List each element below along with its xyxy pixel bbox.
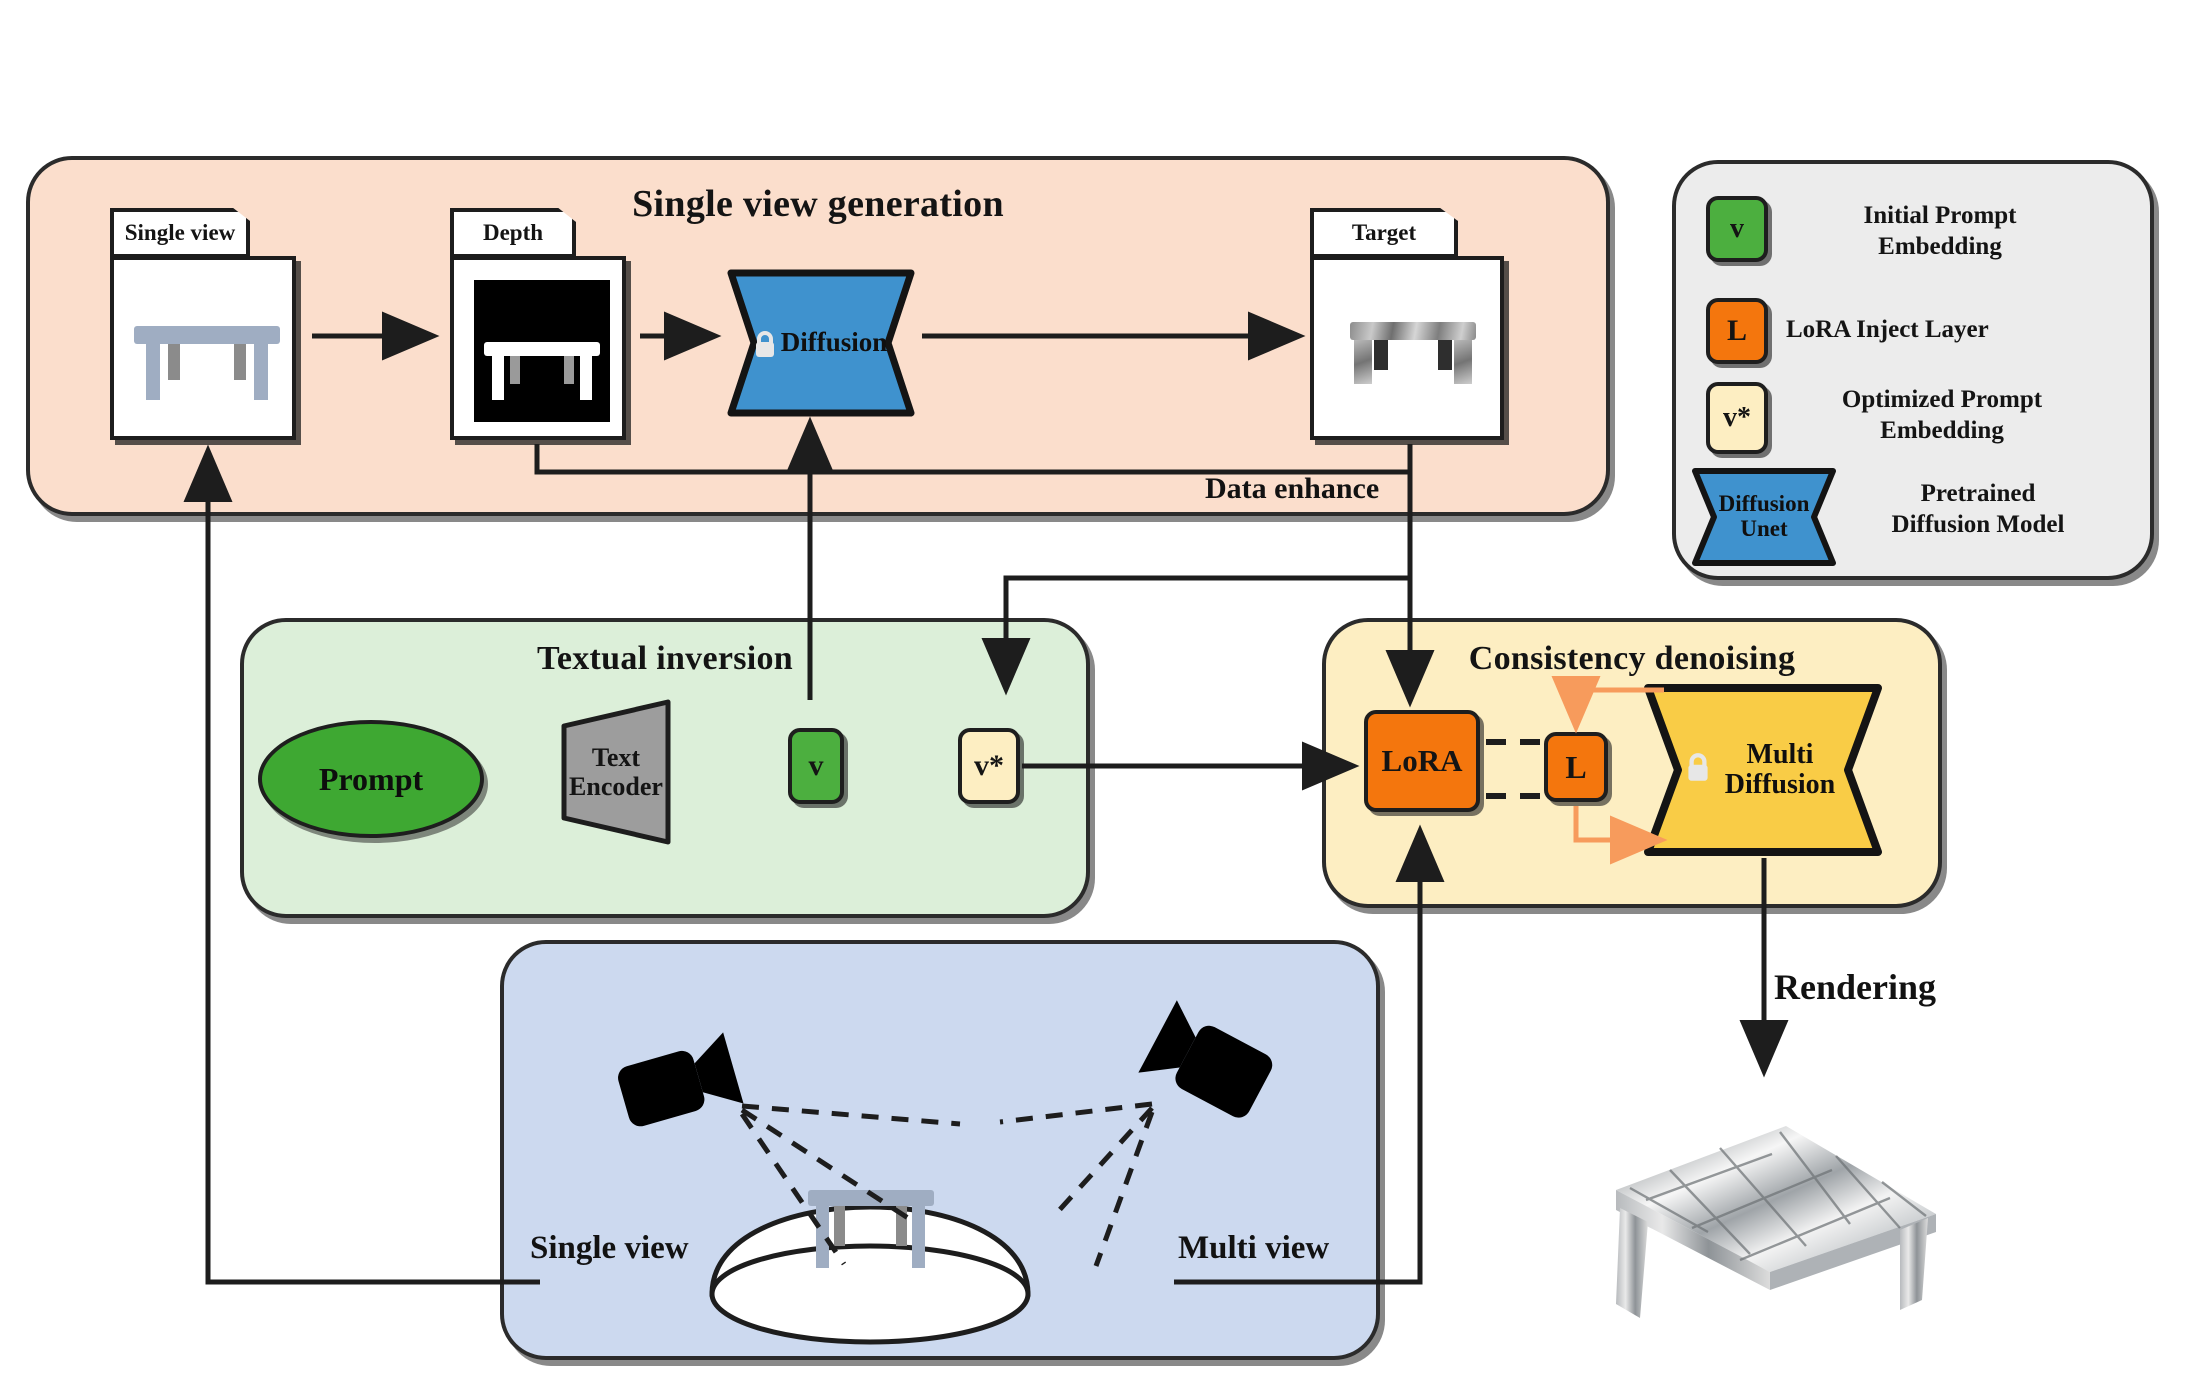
lora-inject-layer-node[interactable]: L bbox=[1544, 732, 1608, 802]
panel-title-consistency-denoising: Consistency denoising bbox=[1468, 640, 1796, 677]
diffusion-unet-shape[interactable]: Diffusion bbox=[726, 268, 916, 418]
single-view-card-tab: Single view bbox=[110, 208, 250, 258]
multi-view-right-label: Multi view bbox=[1178, 1230, 1330, 1266]
single-view-card-body bbox=[110, 256, 296, 440]
depth-card-body bbox=[450, 256, 626, 440]
multi-view-left-label: Single view bbox=[530, 1230, 689, 1266]
depth-map bbox=[474, 280, 610, 422]
legend-label-pretrained-model: Pretrained Diffusion Model bbox=[1891, 480, 2065, 539]
legend-glyph-L: L bbox=[1726, 314, 1747, 347]
data-enhance-label: Data enhance bbox=[1205, 472, 1380, 505]
lora-label: LoRA bbox=[1381, 743, 1463, 778]
multi-diffusion-unet-shape[interactable]: Multi Diffusion bbox=[1642, 682, 1884, 858]
optimized-prompt-embedding-node[interactable]: v* bbox=[958, 728, 1020, 804]
initial-prompt-embedding-node[interactable]: v bbox=[788, 728, 844, 804]
lora-node[interactable]: LoRA bbox=[1364, 710, 1480, 812]
legend-glyph-v: v bbox=[1730, 213, 1744, 244]
table-pictogram-grey bbox=[134, 326, 280, 404]
table-pictogram-marble bbox=[1350, 322, 1476, 384]
legend-label-optimized-embedding: Optimized Prompt Embedding bbox=[1841, 386, 2043, 445]
target-card-tab: Target bbox=[1310, 208, 1458, 258]
multi-diffusion-label: Multi Diffusion bbox=[1724, 738, 1836, 800]
prompt-node[interactable]: Prompt bbox=[258, 720, 484, 838]
legend-swatch-optimized-embedding: v* bbox=[1706, 382, 1768, 454]
text-encoder-label: Text Encoder bbox=[569, 742, 663, 801]
inject-label: L bbox=[1565, 748, 1587, 785]
panel-title-textual-inversion: Textual inversion bbox=[536, 640, 794, 677]
legend-glyph-diffusion-unet: Diffusion Unet bbox=[1718, 491, 1810, 541]
depth-card-tab: Depth bbox=[450, 208, 576, 258]
legend-swatch-initial-embedding: v bbox=[1706, 196, 1768, 262]
target-card-body bbox=[1310, 256, 1504, 440]
legend-label-lora-inject: LoRA Inject Layer bbox=[1786, 316, 1989, 343]
legend-label-initial-embedding: Initial Prompt Embedding bbox=[1863, 202, 2017, 261]
table-pictogram-dome bbox=[808, 1190, 934, 1268]
diffusion-label: Diffusion bbox=[780, 327, 888, 358]
legend-swatch-diffusion-unet: Diffusion Unet bbox=[1690, 466, 1838, 568]
prompt-label: Prompt bbox=[318, 760, 424, 797]
optimized-embedding-label: v* bbox=[974, 749, 1004, 782]
initial-embedding-label: v bbox=[808, 749, 824, 782]
text-encoder-node[interactable]: Text Encoder bbox=[558, 696, 674, 848]
capture-dome bbox=[690, 1098, 1050, 1348]
legend-glyph-vstar: v* bbox=[1723, 402, 1751, 433]
rendering-label: Rendering bbox=[1774, 967, 1936, 1007]
rendered-table-image bbox=[1600, 1104, 1950, 1324]
table-pictogram-depth bbox=[484, 342, 600, 404]
legend-swatch-lora-inject: L bbox=[1706, 298, 1768, 364]
